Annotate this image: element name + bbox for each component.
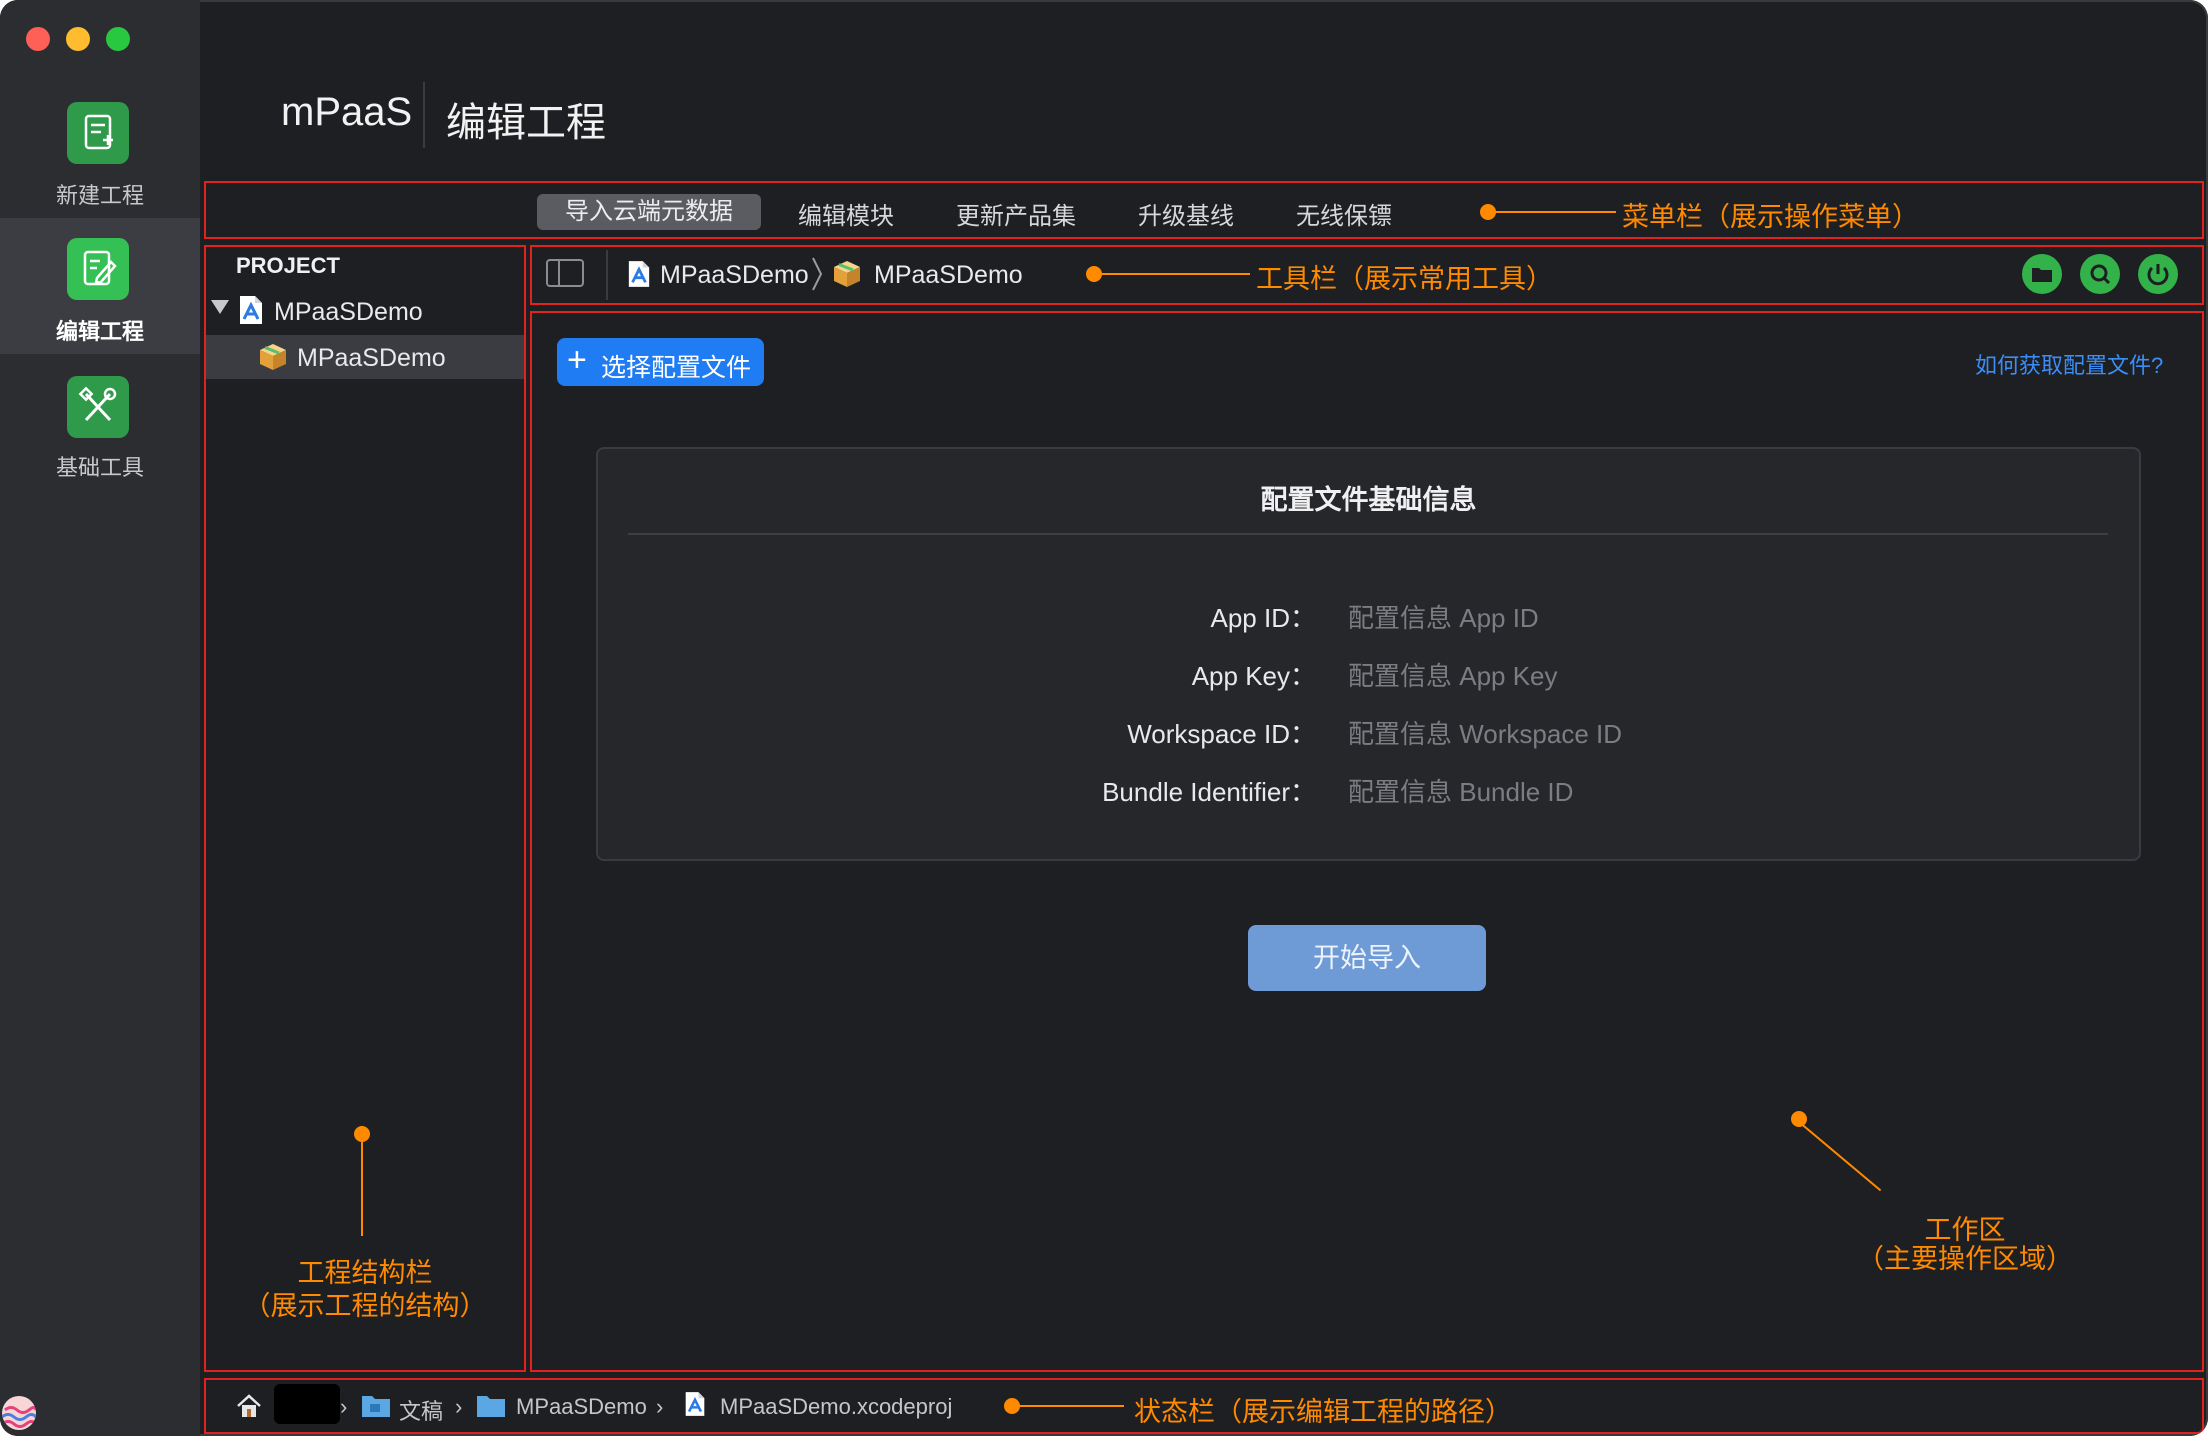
toolbar-divider bbox=[606, 250, 608, 300]
path-separator: › bbox=[656, 1394, 664, 1419]
xcode-project-icon bbox=[238, 295, 264, 330]
disclosure-triangle-icon[interactable] bbox=[211, 300, 229, 314]
status-path-project-folder[interactable]: MPaaSDemo bbox=[516, 1394, 647, 1420]
bundle-identifier-label: Bundle Identifier： bbox=[1102, 777, 1316, 807]
annotation-line bbox=[1012, 1405, 1124, 1407]
power-icon bbox=[2147, 264, 2169, 286]
menu-item-upgrade-baseline[interactable]: 升级基线 bbox=[1138, 196, 1234, 231]
sidebar-item-edit-project[interactable]: 编辑工程 bbox=[0, 218, 200, 354]
xcode-project-icon bbox=[684, 1391, 706, 1422]
panel-title: 配置文件基础信息 bbox=[1260, 485, 1477, 515]
close-window-button[interactable] bbox=[26, 27, 50, 51]
toggle-sidebar-icon[interactable] bbox=[546, 259, 584, 287]
start-import-button[interactable]: 开始导入 bbox=[1248, 925, 1486, 991]
app-window: 新建工程 编辑工程 基础工具 mPaaS 编辑工程 导入云端元数据 编辑模块 更… bbox=[0, 0, 2208, 1436]
annotation-line bbox=[361, 1134, 363, 1236]
tools-icon bbox=[67, 376, 129, 438]
redacted-username bbox=[274, 1384, 340, 1424]
path-separator: › bbox=[455, 1394, 463, 1419]
choose-config-file-button[interactable]: + 选择配置文件 bbox=[557, 338, 764, 386]
annotation-menu-bar: 菜单栏（展示操作菜单） bbox=[1622, 202, 1919, 232]
assistant-icon[interactable] bbox=[2, 1396, 36, 1430]
xcode-project-icon bbox=[627, 260, 651, 293]
app-id-value: 配置信息 App ID bbox=[1348, 603, 1539, 633]
breadcrumb-project[interactable]: MPaaSDemo bbox=[660, 261, 809, 290]
annotation-line bbox=[1488, 211, 1616, 213]
search-icon bbox=[2090, 264, 2111, 285]
workspace-id-value: 配置信息 Workspace ID bbox=[1348, 719, 1623, 749]
plus-icon: + bbox=[567, 341, 587, 379]
open-folder-button[interactable] bbox=[2022, 254, 2062, 294]
sidebar-item-label: 编辑工程 bbox=[55, 319, 144, 344]
brand-title: mPaaS bbox=[281, 90, 413, 134]
annotation-work-area-desc: （主要操作区域） bbox=[1857, 1244, 2073, 1274]
menu-item-edit-modules[interactable]: 编辑模块 bbox=[798, 196, 894, 231]
project-tree-outline bbox=[204, 245, 526, 1372]
target-box-icon bbox=[832, 259, 862, 294]
menu-item-update-products[interactable]: 更新产品集 bbox=[956, 196, 1076, 231]
breadcrumb-target[interactable]: MPaaSDemo bbox=[874, 261, 1023, 290]
status-path-documents[interactable]: 文稿 bbox=[399, 1394, 443, 1426]
target-box-icon bbox=[258, 342, 288, 377]
path-separator: › bbox=[340, 1394, 348, 1419]
app-key-value: 配置信息 App Key bbox=[1348, 661, 1558, 691]
panel-divider bbox=[628, 533, 2108, 535]
workspace-id-label: Workspace ID： bbox=[1127, 719, 1316, 749]
bundle-identifier-value: 配置信息 Bundle ID bbox=[1348, 777, 1574, 807]
annotation-project-tree-desc: （展示工程的结构） bbox=[243, 1291, 487, 1321]
app-id-label: App ID： bbox=[1210, 603, 1317, 633]
status-path-xcodeproj[interactable]: MPaaSDemo.xcodeproj bbox=[720, 1394, 952, 1420]
sidebar-item-label: 基础工具 bbox=[55, 455, 144, 480]
power-button[interactable] bbox=[2138, 254, 2178, 294]
sidebar-item-label: 新建工程 bbox=[55, 183, 144, 208]
menu-item-import-cloud-metadata[interactable]: 导入云端元数据 bbox=[537, 194, 761, 230]
minimize-window-button[interactable] bbox=[66, 27, 90, 51]
sidebar-item-basic-tools[interactable]: 基础工具 bbox=[0, 354, 200, 490]
app-key-label: App Key： bbox=[1191, 661, 1316, 691]
sidebar: 新建工程 编辑工程 基础工具 bbox=[0, 0, 200, 1436]
sidebar-item-new-project[interactable]: 新建工程 bbox=[0, 84, 200, 220]
how-to-get-config-link[interactable]: 如何获取配置文件? bbox=[1975, 348, 2163, 380]
annotation-status-bar: 状态栏（展示编辑工程的路径） bbox=[1134, 1397, 1512, 1427]
zoom-window-button[interactable] bbox=[106, 27, 130, 51]
choose-config-file-label: 选择配置文件 bbox=[601, 354, 752, 382]
menu-item-wireless-guard[interactable]: 无线保镖 bbox=[1296, 196, 1392, 231]
annotation-toolbar: 工具栏（展示常用工具） bbox=[1256, 264, 1553, 294]
tree-child-item: MPaaSDemo bbox=[297, 344, 446, 372]
tree-root-item[interactable]: MPaaSDemo bbox=[274, 298, 423, 327]
folder-icon bbox=[476, 1392, 506, 1423]
breadcrumb-chevron-icon bbox=[810, 256, 824, 297]
home-icon bbox=[236, 1394, 262, 1423]
title-divider bbox=[423, 82, 425, 148]
search-button[interactable] bbox=[2080, 254, 2120, 294]
new-project-icon bbox=[67, 102, 129, 164]
annotation-line bbox=[1094, 273, 1250, 275]
page-title: 编辑工程 bbox=[446, 101, 606, 145]
edit-project-icon bbox=[67, 238, 129, 300]
folder-icon bbox=[2032, 268, 2052, 282]
project-header: PROJECT bbox=[236, 253, 340, 278]
folder-icon bbox=[361, 1392, 391, 1423]
